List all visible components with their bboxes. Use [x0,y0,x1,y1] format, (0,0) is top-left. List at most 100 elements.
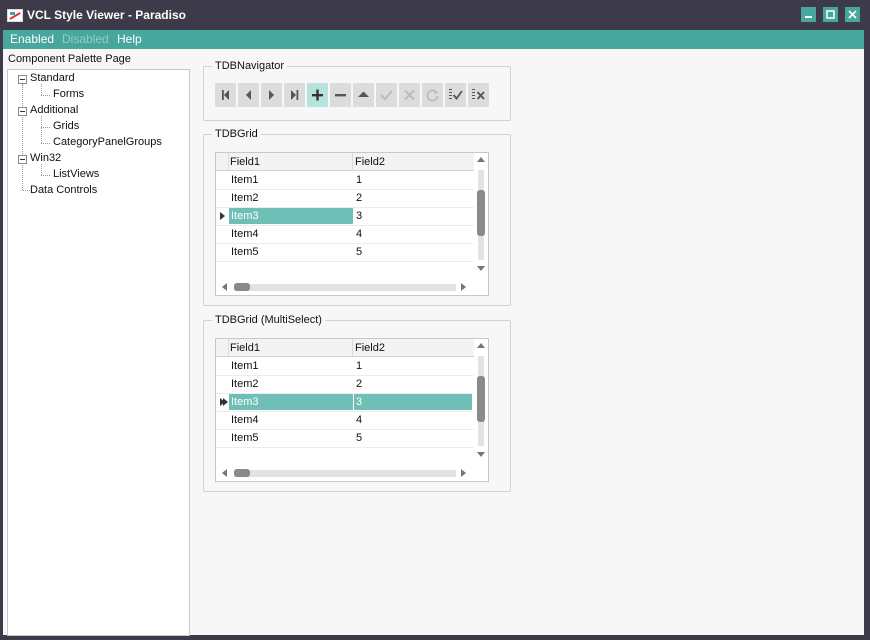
menu-disabled: Disabled [62,32,109,46]
tree-node-grids[interactable]: Grids [53,120,79,132]
tree-node-additional[interactable]: Additional [30,104,78,116]
column-separator [352,339,353,356]
tree-connector [41,164,42,175]
prior-record-icon [246,90,251,100]
cell-field2: 3 [356,210,363,222]
cell-field1: Item5 [231,432,259,444]
scroll-up-icon[interactable] [477,343,485,348]
table-row[interactable]: Item2 2 [216,189,474,208]
grid2-groupbox: TDBGrid (MultiSelect) Field1 Field2 Item… [203,314,511,492]
maximize-icon [826,10,835,19]
refresh-button [422,83,443,107]
grid-header: Field1 Field2 [216,153,474,171]
maximize-button[interactable] [823,7,838,22]
cell-field1: Item2 [231,378,259,390]
minimize-icon [805,16,812,18]
cancel-record-icon [404,89,415,101]
apply-updates-button[interactable] [445,83,466,107]
last-record-icon [291,90,299,100]
tree-node-forms[interactable]: Forms [53,88,84,100]
row-indicator-icon [223,398,228,406]
horizontal-scrollbar[interactable] [216,279,474,295]
column-header-field2[interactable]: Field2 [355,156,385,168]
table-row[interactable]: Item4 4 [216,411,474,430]
cell-field1: Item4 [231,414,259,426]
next-record-button[interactable] [261,83,282,107]
db-grid[interactable]: Field1 Field2 Item1 1 Item2 2 Item3 3 It… [215,152,489,296]
first-record-icon [222,90,229,100]
table-row[interactable]: Item2 2 [216,375,474,394]
cell-field2: 2 [356,192,363,204]
table-row-selected[interactable]: Item3 3 [216,207,474,226]
horizontal-scrollbar[interactable] [216,465,474,481]
scroll-thumb[interactable] [477,190,485,236]
tree-node-win32[interactable]: Win32 [30,152,61,164]
close-button[interactable] [845,7,860,22]
first-record-button[interactable] [215,83,236,107]
prior-record-button[interactable] [238,83,259,107]
column-separator [228,339,229,356]
table-row[interactable]: Item1 1 [216,357,474,376]
table-row[interactable]: Item1 1 [216,171,474,190]
last-record-button[interactable] [284,83,305,107]
tree-node-categorypanelgroups[interactable]: CategoryPanelGroups [53,136,162,148]
column-header-field1[interactable]: Field1 [230,156,260,168]
scroll-right-icon[interactable] [461,283,466,291]
scroll-thumb[interactable] [477,376,485,422]
tree-connector [41,95,50,96]
tree-node-listviews[interactable]: ListViews [53,168,99,180]
table-row-selected[interactable]: Item3 3 [216,393,474,412]
scroll-right-icon[interactable] [461,469,466,477]
grid1-caption: TDBGrid [212,128,261,140]
menu-help[interactable]: Help [117,32,142,46]
next-record-icon [269,90,274,100]
apply-updates-icon [449,89,463,100]
scroll-thumb[interactable] [234,283,250,291]
scroll-left-icon[interactable] [222,469,227,477]
collapse-icon[interactable] [18,107,27,116]
scroll-left-icon[interactable] [222,283,227,291]
edit-record-button[interactable] [353,83,374,107]
close-icon [848,10,857,19]
insert-record-icon [312,89,323,101]
scroll-thumb[interactable] [234,469,250,477]
cell-field2: 2 [356,378,363,390]
menu-enabled[interactable]: Enabled [10,32,54,46]
collapse-icon[interactable] [18,155,27,164]
title-bar[interactable]: VCL Style Viewer - Paradiso [0,0,870,30]
tree-connector [41,116,42,143]
column-header-field2[interactable]: Field2 [355,342,385,354]
tree-node-standard[interactable]: Standard [30,72,75,84]
delete-record-icon [335,94,346,97]
insert-record-button[interactable] [307,83,328,107]
delete-record-button[interactable] [330,83,351,107]
cancel-updates-button[interactable] [468,83,489,107]
scroll-track [234,470,456,477]
post-record-icon [380,90,393,101]
tree-connector [41,127,50,128]
grid-header: Field1 Field2 [216,339,474,357]
scroll-down-icon[interactable] [477,452,485,457]
table-row[interactable]: Item4 4 [216,225,474,244]
component-tree[interactable]: Standard Forms Additional Grids Category… [7,69,190,636]
tree-connector [22,84,23,190]
table-row[interactable]: Item5 5 [216,243,474,262]
vertical-scrollbar[interactable] [474,153,488,277]
grid2-caption: TDBGrid (MultiSelect) [212,314,325,326]
table-row[interactable]: Item5 5 [216,429,474,448]
vertical-scrollbar[interactable] [474,339,488,463]
scroll-down-icon[interactable] [477,266,485,271]
column-header-field1[interactable]: Field1 [230,342,260,354]
cell-field2: 5 [356,246,363,258]
cell-field2: 5 [356,432,363,444]
selected-cell-highlight [354,394,472,410]
cell-field1: Item4 [231,228,259,240]
palette-label: Component Palette Page [8,53,131,65]
cell-field1: Item2 [231,192,259,204]
scroll-up-icon[interactable] [477,157,485,162]
db-grid-multiselect[interactable]: Field1 Field2 Item1 1 Item2 2 Item3 3 It… [215,338,489,482]
cell-field1: Item3 [231,396,259,408]
minimize-button[interactable] [801,7,816,22]
collapse-icon[interactable] [18,75,27,84]
tree-node-data-controls[interactable]: Data Controls [30,184,97,196]
